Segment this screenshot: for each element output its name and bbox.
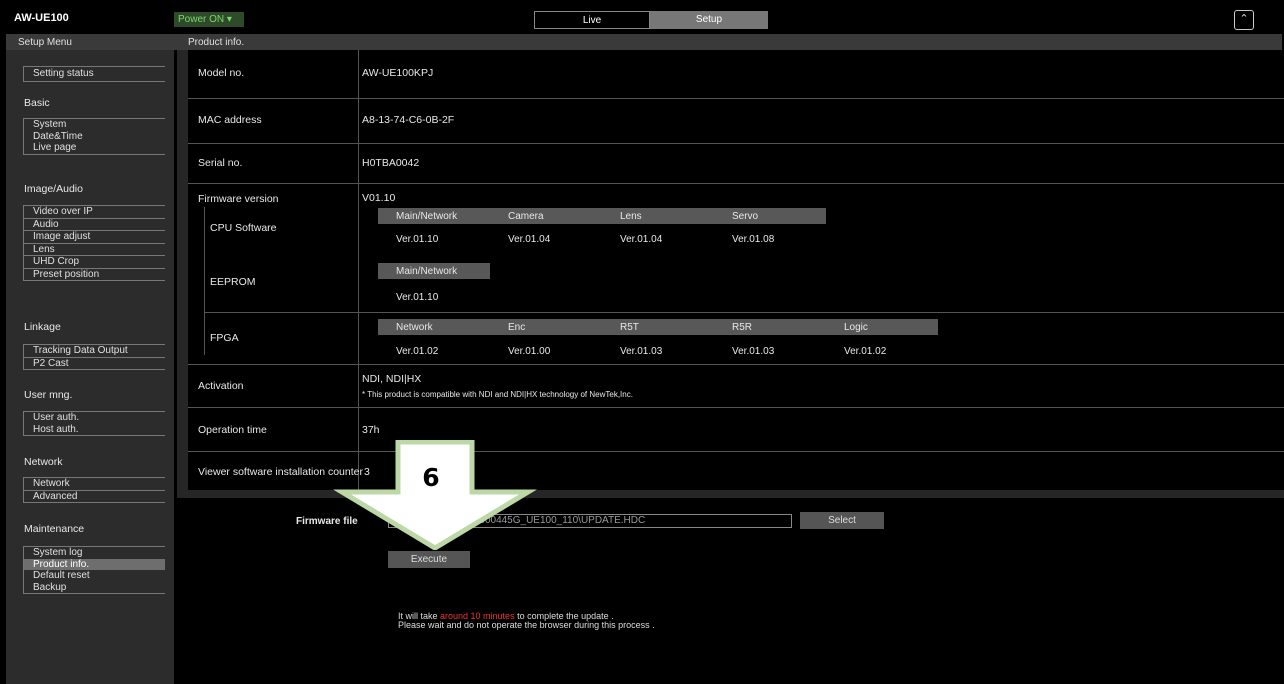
eeprom-header: Main/Network: [396, 266, 458, 277]
mac-value: A8-13-74-C6-0B-2F: [362, 114, 455, 126]
sidebar-item-uhd-crop[interactable]: UHD Crop: [24, 255, 165, 268]
sidebar-category-user-mng: User mng.: [24, 389, 73, 401]
operation-time-label: Operation time: [198, 424, 267, 436]
sidebar-item-live-page[interactable]: Live page: [24, 142, 165, 154]
serial-value: H0TBA0042: [362, 157, 420, 169]
power-label: Power ON: [178, 14, 225, 25]
sidebar-item-network[interactable]: Network: [24, 478, 165, 490]
eeprom-label: EEPROM: [210, 276, 256, 288]
row-divider: [204, 312, 1284, 313]
select-button[interactable]: Select: [800, 512, 884, 529]
power-button[interactable]: Power ON ▾: [174, 12, 244, 27]
fpga-header: R5T: [620, 322, 639, 333]
sidebar-category-image-audio: Image/Audio: [24, 183, 83, 195]
setup-menu-title: Setup Menu: [18, 37, 72, 48]
cpu-version: Ver.01.04: [508, 234, 551, 245]
sidebar-item-user-auth[interactable]: User auth.: [24, 412, 165, 424]
activation-label: Activation: [198, 380, 244, 392]
execute-button[interactable]: Execute: [388, 551, 470, 568]
sidebar-group-maintenance: System log Product info. Default reset B…: [23, 546, 165, 594]
operation-time-value: 37h: [362, 424, 380, 436]
fpga-label: FPGA: [210, 332, 239, 344]
serial-label: Serial no.: [198, 157, 243, 169]
row-divider: [188, 364, 1284, 365]
firmware-value: V01.10: [362, 192, 396, 204]
fpga-version: Ver.01.02: [844, 346, 887, 357]
sidebar-item-host-auth[interactable]: Host auth.: [24, 424, 165, 436]
subsection-line: [204, 207, 205, 355]
model-value: AW-UE100KPJ: [362, 67, 434, 79]
tab-setup[interactable]: Setup: [650, 11, 768, 29]
sidebar-item-tracking-data-output[interactable]: Tracking Data Output: [24, 345, 165, 357]
cpu-version: Ver.01.10: [396, 234, 439, 245]
tab-live[interactable]: Live: [534, 11, 650, 29]
sidebar-group-image-audio: Video over IP Audio Image adjust Lens UH…: [23, 205, 165, 281]
sidebar-item-video-over-ip[interactable]: Video over IP: [24, 206, 165, 218]
product-info-table: [188, 50, 1284, 490]
sidebar-item-preset-position[interactable]: Preset position: [24, 267, 165, 281]
fpga-version: Ver.01.03: [620, 346, 663, 357]
fpga-header: Network: [396, 322, 433, 333]
sidebar-item-system-log[interactable]: System log: [24, 547, 165, 559]
sidebar-item-p2-cast[interactable]: P2 Cast: [24, 356, 165, 370]
activation-value: NDI, NDI|HX: [362, 373, 422, 385]
cpu-header: Camera: [508, 211, 544, 222]
cpu-version: Ver.01.04: [620, 234, 663, 245]
sidebar-group-user-mng: User auth. Host auth.: [23, 411, 165, 436]
app-title: AW-UE100: [14, 12, 69, 24]
sidebar-item-product-info[interactable]: Product info.: [24, 558, 165, 570]
cpu-header: Main/Network: [396, 211, 458, 222]
chevron-down-icon: ▾: [226, 14, 232, 25]
column-divider: [358, 50, 359, 490]
row-divider: [188, 98, 1284, 99]
cpu-header: Lens: [620, 211, 642, 222]
fpga-version: Ver.01.02: [396, 346, 439, 357]
fpga-version: Ver.01.03: [732, 346, 775, 357]
cpu-header: Servo: [732, 211, 759, 222]
sidebar-group-status: Setting status: [23, 66, 165, 82]
step-arrow-icon: [333, 440, 537, 550]
firmware-label: Firmware version: [198, 193, 279, 205]
eeprom-version: Ver.01.10: [396, 292, 439, 303]
sidebar-item-system[interactable]: System: [24, 119, 165, 131]
sidebar-category-basic: Basic: [24, 97, 50, 109]
cpu-label: CPU Software: [210, 222, 277, 234]
collapse-expand-icon[interactable]: ⌃: [1234, 10, 1254, 30]
fpga-header: R5R: [732, 322, 753, 333]
step-number: 6: [422, 463, 440, 492]
sidebar-category-maintenance: Maintenance: [24, 523, 85, 535]
mac-label: MAC address: [198, 114, 262, 126]
sidebar-item-image-adjust[interactable]: Image adjust: [24, 230, 165, 243]
note-line2: Please wait and do not operate the brows…: [398, 620, 655, 630]
sidebar-item-advanced[interactable]: Advanced: [24, 489, 165, 503]
row-divider: [188, 407, 1284, 408]
sidebar-item-audio[interactable]: Audio: [24, 217, 165, 231]
sidebar: Setting status Basic System Date&Time Li…: [6, 50, 174, 684]
page-title: Product info.: [188, 37, 245, 48]
fpga-header: Logic: [844, 322, 868, 333]
sidebar-item-datetime[interactable]: Date&Time: [24, 131, 165, 143]
row-divider: [188, 183, 1284, 184]
sidebar-group-linkage: Tracking Data Output P2 Cast: [23, 344, 165, 370]
update-note: It will take around 10 minutes to comple…: [398, 612, 655, 630]
fpga-version: Ver.01.00: [508, 346, 551, 357]
activation-note: * This product is compatible with NDI an…: [362, 390, 633, 399]
fpga-header: Enc: [508, 322, 526, 333]
sidebar-item-lens[interactable]: Lens: [24, 242, 165, 256]
sidebar-category-linkage: Linkage: [24, 321, 61, 333]
row-divider: [188, 143, 1284, 144]
sidebar-group-network: Network Advanced: [23, 477, 165, 503]
model-label: Model no.: [198, 67, 245, 79]
sidebar-item-setting-status[interactable]: Setting status: [24, 67, 165, 81]
sidebar-group-basic: System Date&Time Live page: [23, 118, 165, 155]
cpu-version: Ver.01.08: [732, 234, 775, 245]
sidebar-category-network: Network: [24, 456, 63, 468]
sidebar-item-default-reset[interactable]: Default reset: [24, 570, 165, 582]
sidebar-item-backup[interactable]: Backup: [24, 582, 165, 594]
